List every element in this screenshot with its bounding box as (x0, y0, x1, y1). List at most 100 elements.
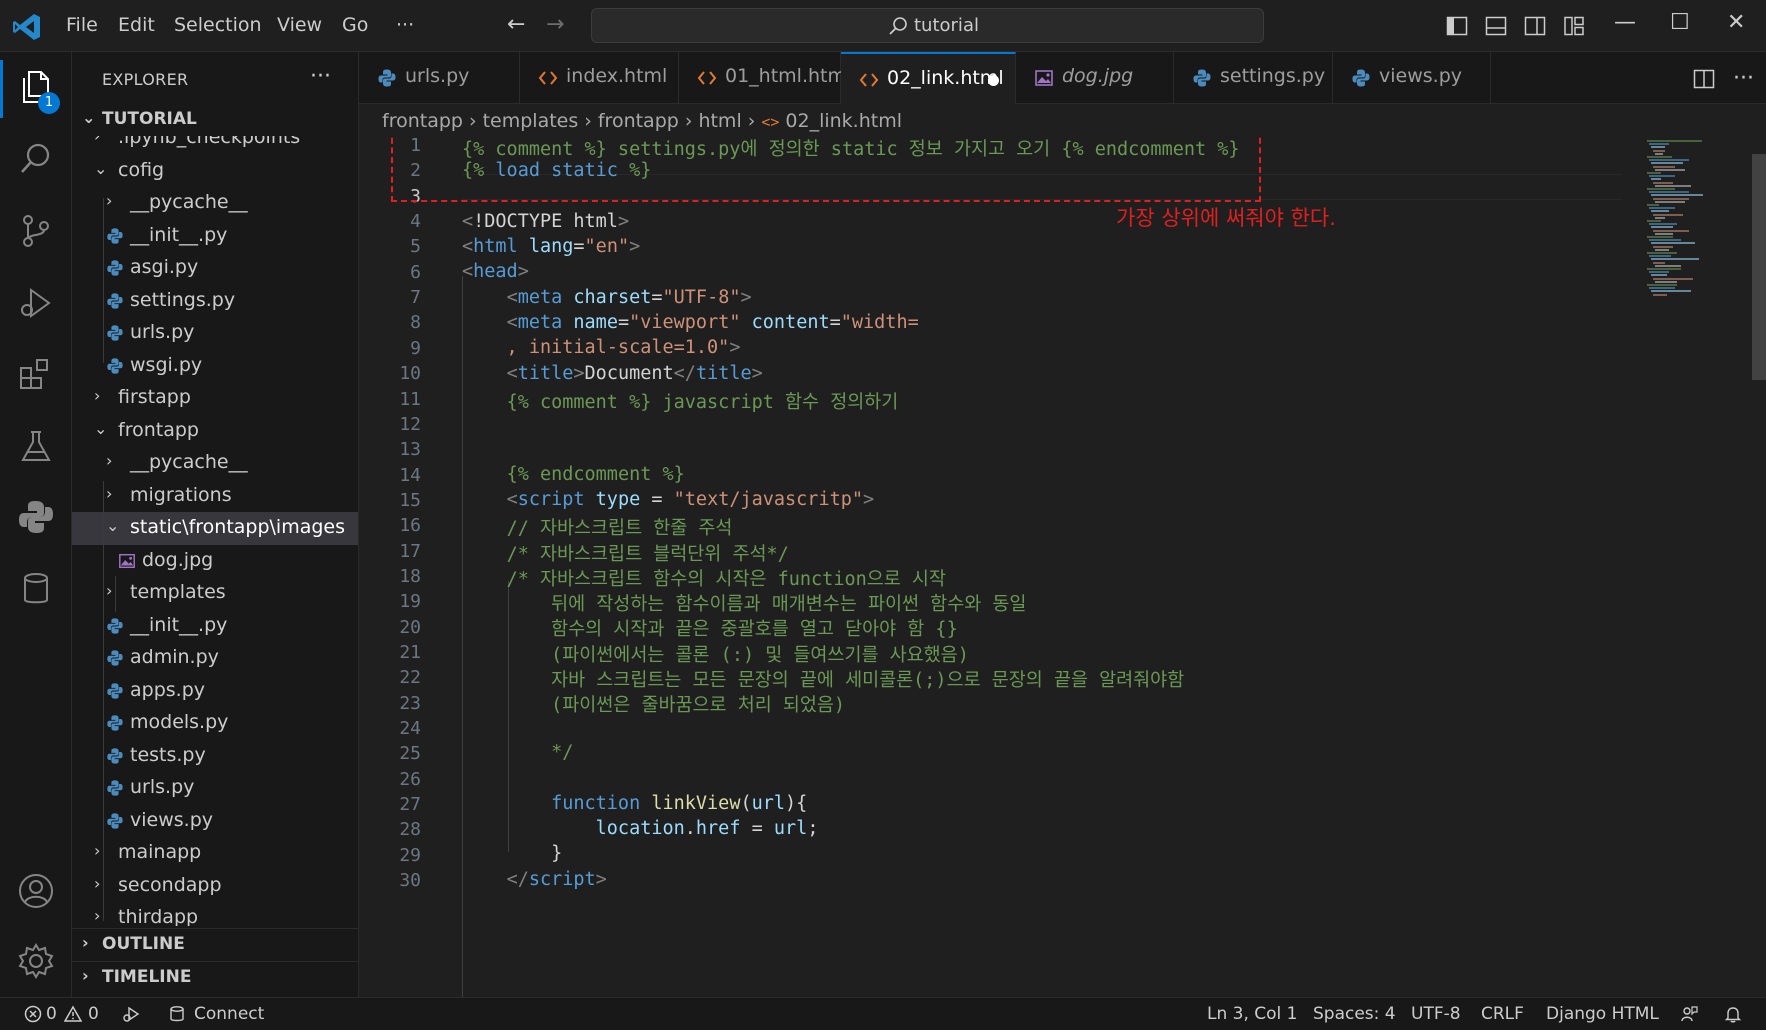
tree-item[interactable]: › .ipynb_checkpoints (72, 136, 358, 155)
menu-file[interactable]: File (66, 14, 98, 36)
toggle-primary-sidebar-icon[interactable] (1446, 15, 1468, 37)
minimap-line (1651, 258, 1699, 261)
encoding[interactable]: UTF-8 (1411, 1004, 1461, 1024)
maximize-icon[interactable]: ☐ (1670, 10, 1690, 35)
minimap-line (1655, 216, 1665, 219)
editor-more-actions[interactable]: ··· (1733, 66, 1754, 91)
tree-item[interactable]: ⌄ frontapp (72, 415, 358, 448)
editor-vertical-scrollbar[interactable] (1750, 136, 1766, 996)
code-line-10: <title>Document</title> (506, 363, 763, 384)
code-line-29: } (551, 843, 563, 864)
source-control-icon[interactable] (17, 212, 55, 250)
editor-tab[interactable]: 01_html.html (679, 52, 851, 104)
python-icon[interactable] (17, 498, 55, 536)
tree-item[interactable]: ⌄ cofig (72, 155, 358, 188)
forward-arrow-icon[interactable]: → (546, 12, 564, 37)
tree-item-label: thirdapp (118, 906, 199, 926)
minimap-line (1649, 255, 1671, 258)
unsaved-dot-icon[interactable] (988, 75, 999, 86)
minimap-line (1655, 152, 1663, 155)
testing-icon[interactable] (17, 428, 55, 466)
outline-section-header[interactable]: › OUTLINE (72, 928, 358, 960)
editor-tab[interactable]: index.html (520, 52, 679, 104)
tree-item[interactable]: wsgi.py (72, 350, 358, 383)
tree-item[interactable]: apps.py (72, 675, 358, 708)
notifications-bell-icon[interactable] (1724, 1005, 1742, 1023)
search-icon[interactable] (17, 140, 55, 178)
breadcrumb-item[interactable]: frontapp (598, 110, 679, 132)
tree-item[interactable]: admin.py (72, 642, 358, 675)
tree-item[interactable]: dog.jpg (72, 545, 358, 578)
menu-view[interactable]: View (277, 14, 322, 36)
menu-go[interactable]: Go (342, 14, 368, 36)
tree-item[interactable]: urls.py (72, 772, 358, 805)
close-window-icon[interactable]: ✕ (1727, 10, 1745, 35)
breadcrumb-item[interactable]: templates (483, 110, 579, 132)
run-and-debug-icon[interactable] (17, 284, 55, 322)
tree-item[interactable]: › migrations (72, 480, 358, 513)
toggle-secondary-sidebar-icon[interactable] (1524, 15, 1546, 37)
command-center-search[interactable]: tutorial (591, 8, 1264, 43)
line-ending[interactable]: CRLF (1481, 1004, 1524, 1024)
error-icon[interactable] (24, 1005, 42, 1023)
breadcrumb-item[interactable]: 02_link.html (785, 110, 902, 132)
run-debug-status-icon[interactable] (122, 1005, 140, 1023)
line-number: 20 (399, 616, 421, 638)
tree-item[interactable]: › thirdapp (72, 902, 358, 926)
minimize-icon[interactable]: — (1614, 10, 1636, 35)
error-count[interactable]: 0 (46, 1004, 57, 1024)
toggle-panel-icon[interactable] (1485, 15, 1507, 37)
tree-item[interactable]: tests.py (72, 740, 358, 773)
database-icon[interactable] (17, 570, 55, 608)
back-arrow-icon[interactable]: ← (507, 12, 525, 37)
tree-item[interactable]: __init__.py (72, 220, 358, 253)
minimap-line (1651, 194, 1703, 197)
customize-layout-icon[interactable] (1563, 15, 1585, 37)
tree-item[interactable]: models.py (72, 707, 358, 740)
menu-more[interactable]: ··· (396, 14, 414, 36)
tree-item[interactable]: › __pycache__ (72, 187, 358, 220)
feedback-icon[interactable] (1680, 1005, 1698, 1023)
settings-gear-icon[interactable] (17, 942, 55, 980)
breadcrumb-item[interactable]: frontapp (382, 110, 463, 132)
editor-tab[interactable]: urls.py (359, 52, 520, 104)
indentation[interactable]: Spaces: 4 (1313, 1004, 1396, 1024)
breadcrumb-item[interactable]: html (698, 110, 741, 132)
extensions-icon[interactable] (17, 356, 55, 394)
editor-tab[interactable]: views.py (1333, 52, 1491, 104)
timeline-section-header[interactable]: › TIMELINE (72, 961, 358, 993)
tree-item[interactable]: settings.py (72, 285, 358, 318)
minimap-line (1653, 197, 1689, 200)
tree-item[interactable]: views.py (72, 805, 358, 838)
menu-selection[interactable]: Selection (174, 14, 262, 36)
workspace-section-header[interactable]: ⌄ TUTORIAL (72, 104, 358, 136)
split-editor-icon[interactable] (1693, 68, 1715, 90)
explorer-more-actions[interactable]: ··· (310, 64, 331, 89)
database-connect-icon[interactable] (168, 1005, 186, 1023)
tree-item[interactable]: › secondapp (72, 870, 358, 903)
tree-item-label: static\frontapp\images (130, 516, 346, 538)
warning-count[interactable]: 0 (88, 1004, 99, 1024)
minimap-line (1647, 268, 1681, 270)
tree-item[interactable]: urls.py (72, 317, 358, 350)
code-line-27: function linkView(url){ (551, 793, 808, 814)
warning-icon[interactable] (64, 1005, 82, 1023)
language-mode[interactable]: Django HTML (1546, 1004, 1659, 1024)
tree-item[interactable]: › firstapp (72, 382, 358, 415)
editor-tab[interactable]: 02_link.html (841, 52, 1016, 104)
tree-item[interactable]: › __pycache__ (72, 447, 358, 480)
cursor-position[interactable]: Ln 3, Col 1 (1207, 1004, 1298, 1024)
code-line-23: (파이썬은 줄바꿈으로 처리 되었음) (462, 695, 846, 716)
tree-item[interactable]: ⌄ static\frontapp\images (72, 512, 358, 545)
code-editor[interactable]: 1 2 3 4 5 6 7 8 9 10 11 12 13 14 15 16 17 18 19 20 21 22 23 24 2… (359, 136, 1766, 997)
menu-edit[interactable]: Edit (118, 14, 155, 36)
tree-item[interactable]: __init__.py (72, 610, 358, 643)
accounts-icon[interactable] (17, 872, 55, 910)
editor-tab[interactable]: settings.py (1174, 52, 1333, 104)
minimap[interactable] (1641, 136, 1751, 306)
tree-item[interactable]: asgi.py (72, 252, 358, 285)
tree-item[interactable]: › mainapp (72, 837, 358, 870)
connect-button[interactable]: Connect (194, 1004, 264, 1024)
editor-tab[interactable]: dog.jpg (1016, 52, 1174, 104)
scrollbar-thumb[interactable] (1752, 154, 1766, 380)
